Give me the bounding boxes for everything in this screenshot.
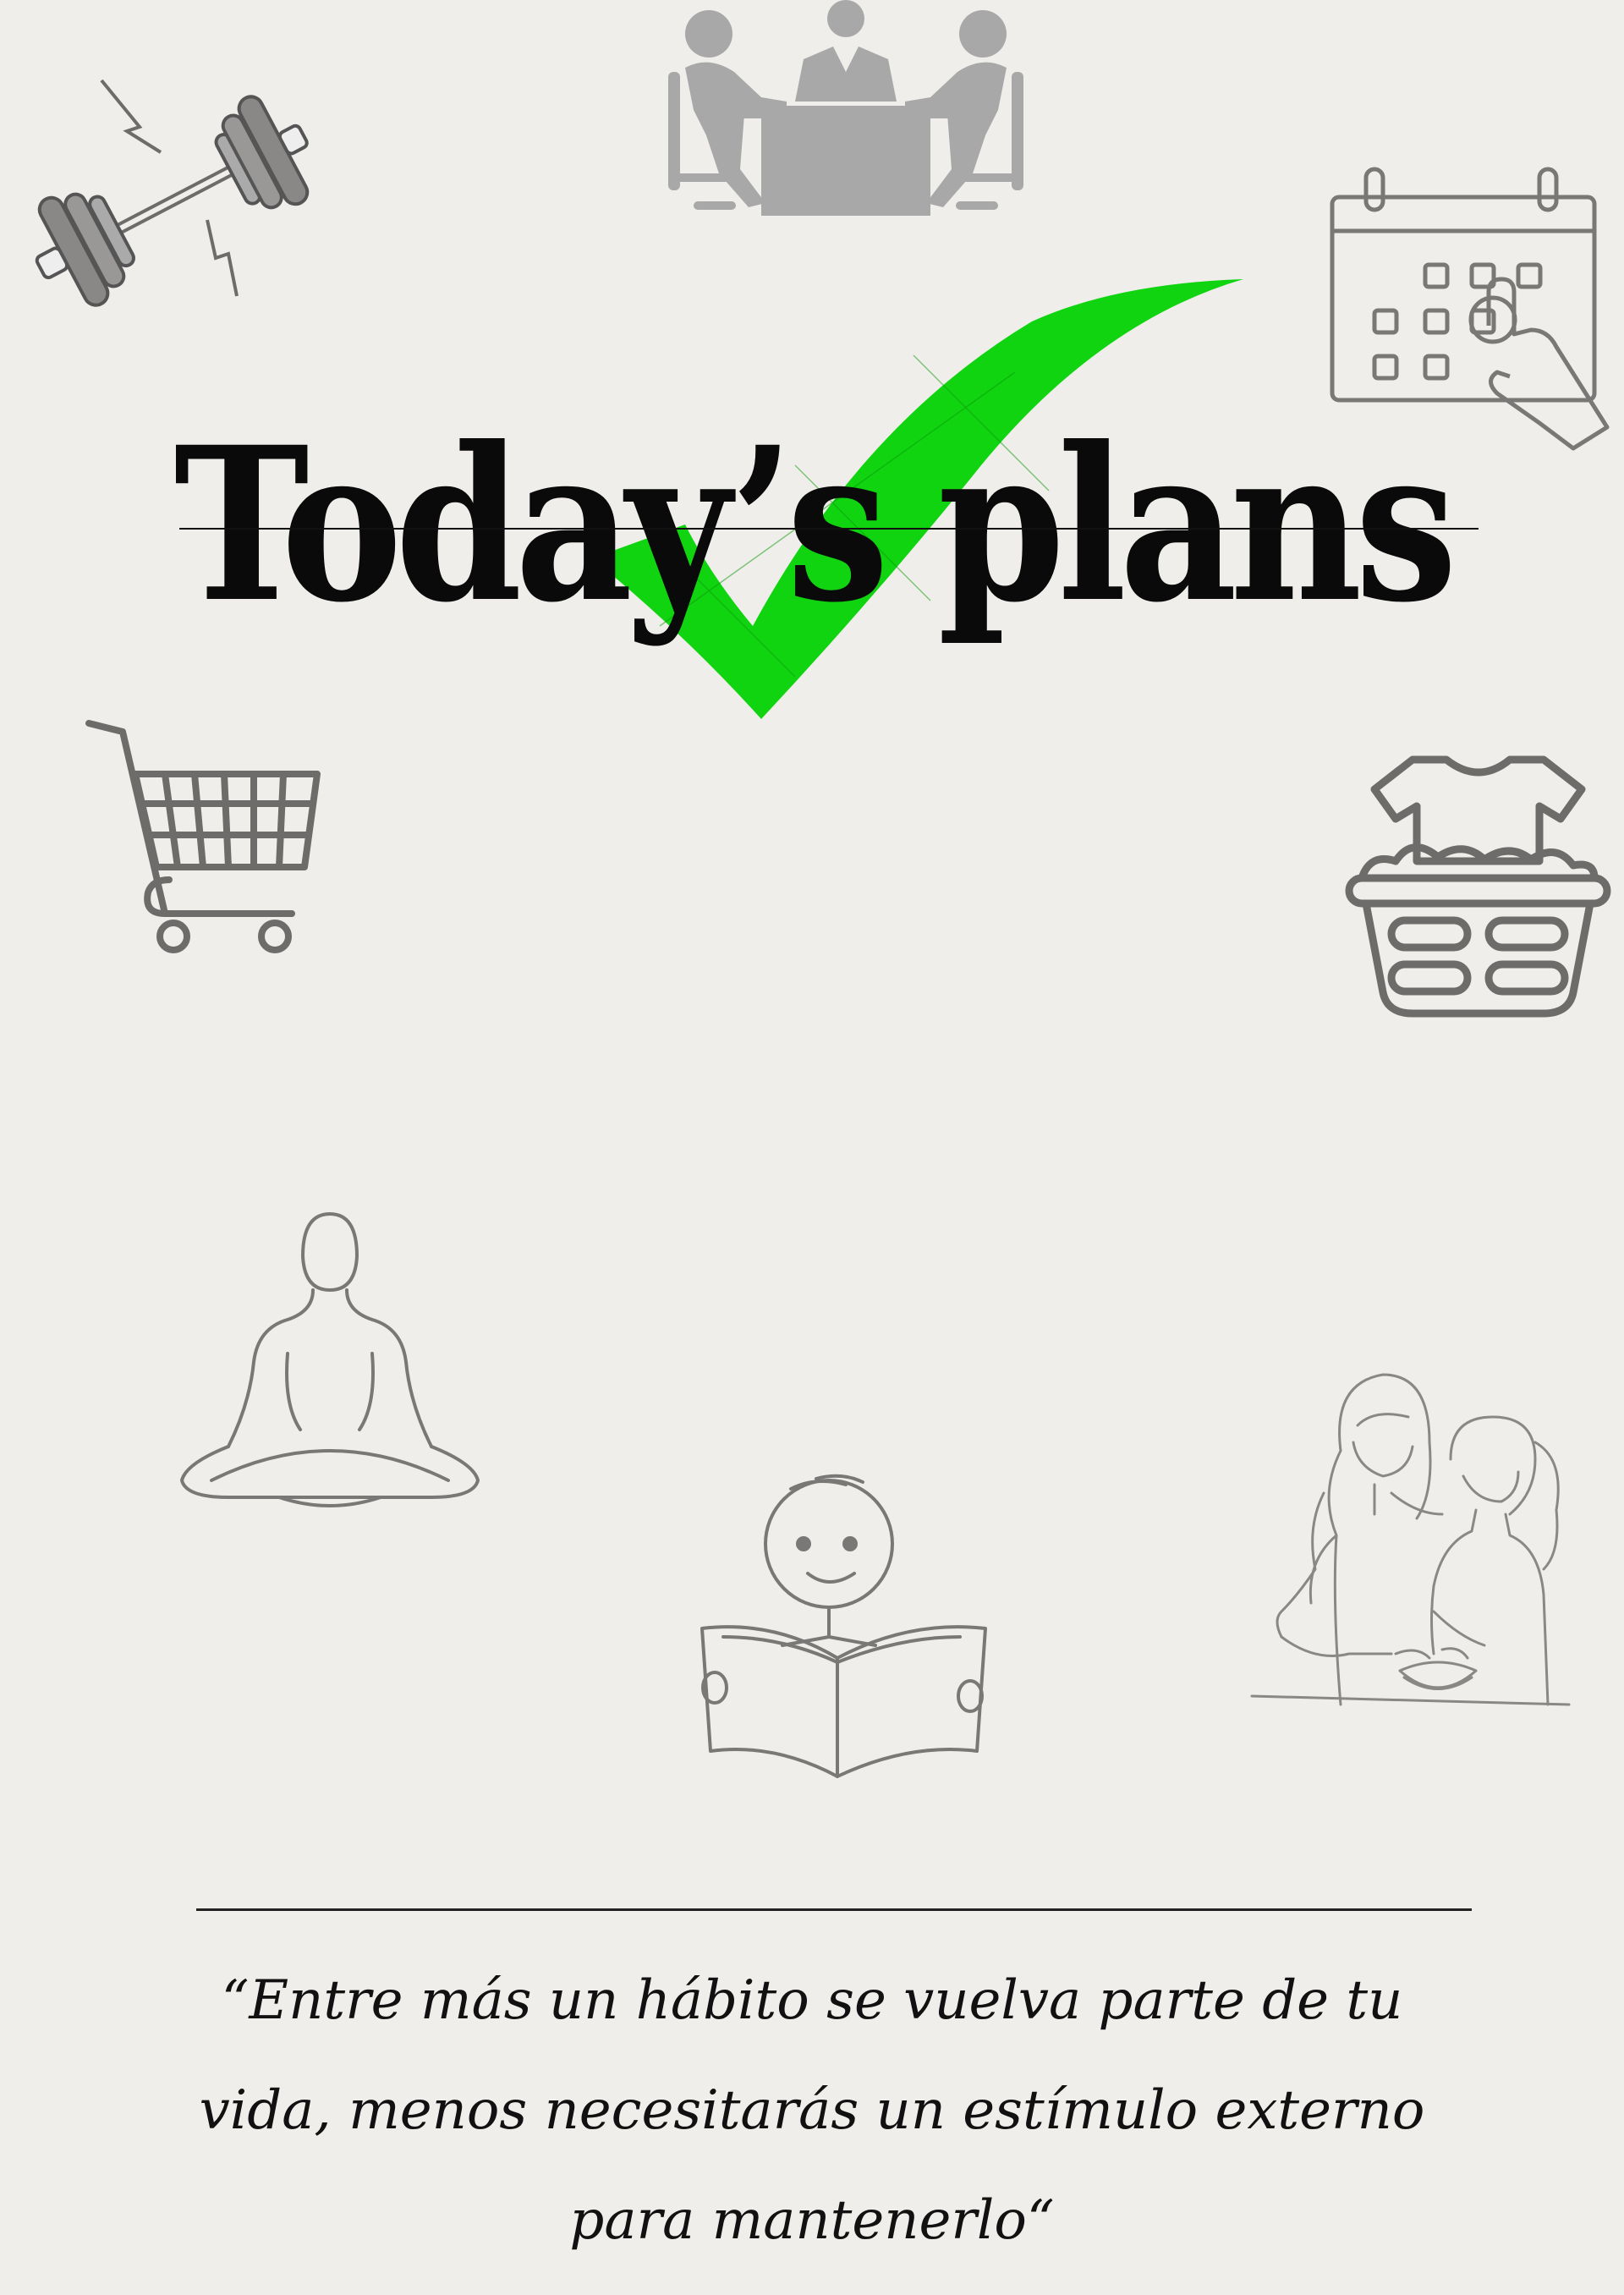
meeting-icon [660,0,1032,220]
dumbbell-icon [13,59,326,313]
meditation-icon [178,1210,482,1510]
page: Today’s plans “Entre más un hábito se vu… [0,0,1624,2295]
laundry-basket-icon [1345,751,1611,1022]
title-strikethrough-line [179,528,1479,530]
quote-divider [196,1908,1472,1911]
quote-text: “Entre más un hábito se vuelva parte de … [199,1969,1425,2252]
reading-child-icon [698,1472,990,1785]
mother-daughter-cooking-icon [1248,1366,1573,1734]
shopping-cart-icon [85,715,326,956]
page-title: Today’s plans [173,400,1457,649]
